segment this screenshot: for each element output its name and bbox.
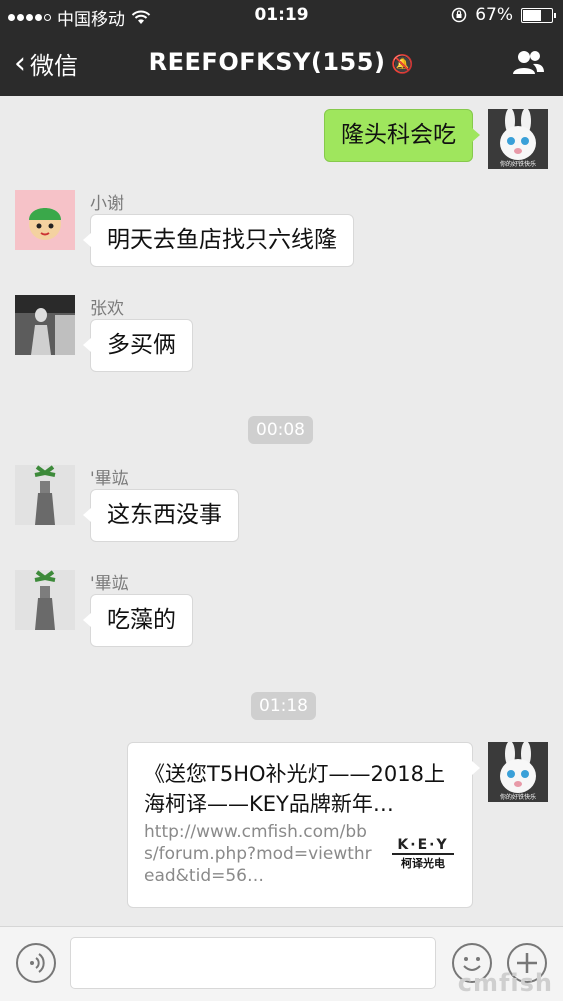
voice-icon xyxy=(30,953,45,973)
group-members-icon[interactable] xyxy=(511,48,545,76)
statue-avatar-image xyxy=(15,465,75,525)
message-bubble[interactable]: 多买俩 xyxy=(83,319,193,372)
battery-percent: 67% xyxy=(475,5,513,25)
chat-title: REEFOFKSY(155) xyxy=(148,48,386,76)
cartoon-avatar-image xyxy=(15,190,75,250)
avatar-bihong[interactable] xyxy=(15,570,75,630)
mute-icon: 🔕 xyxy=(391,54,415,75)
message-bubble[interactable]: 吃藻的 xyxy=(83,594,193,647)
message-bubble-mine[interactable]: 隆头科会吃 xyxy=(324,109,480,162)
link-card-title: 《送您T5HO补光灯——2018上海柯译——KEY品牌新年… xyxy=(144,762,445,816)
watermark: cmfish xyxy=(457,969,553,997)
message-bubble[interactable]: 明天去鱼店找只六线隆 xyxy=(83,214,354,267)
statue-avatar-image xyxy=(15,570,75,630)
chat-title-wrap: REEFOFKSY(155) 🔕 xyxy=(0,48,563,76)
avatar-zhanghuan[interactable] xyxy=(15,295,75,355)
input-bar: cmfish xyxy=(0,926,563,1001)
avatar-xiaoxie[interactable] xyxy=(15,190,75,250)
status-right: 67% xyxy=(451,5,556,25)
battery-icon xyxy=(521,7,556,23)
chat-area: 你的好铁快乐 隆头科会吃 小谢 明天去鱼店找只六线隆 张欢 多买俩 00:08 xyxy=(0,96,563,926)
svg-text:你的好铁快乐: 你的好铁快乐 xyxy=(500,793,536,801)
message-bubble[interactable]: 这东西没事 xyxy=(83,489,239,542)
sender-name: 张欢 xyxy=(90,299,124,319)
svg-text:你的好铁快乐: 你的好铁快乐 xyxy=(500,160,536,168)
my-avatar[interactable]: 你的好铁快乐 xyxy=(488,742,548,802)
sender-name: 小谢 xyxy=(90,194,124,214)
link-card[interactable]: 《送您T5HO补光灯——2018上海柯译——KEY品牌新年… http://ww… xyxy=(127,742,480,908)
bunny-avatar-image: 你的好铁快乐 xyxy=(488,742,548,802)
message-input[interactable] xyxy=(70,937,436,989)
timestamp-chip: 01:18 xyxy=(251,692,316,720)
bunny-avatar-image: 你的好铁快乐 xyxy=(488,109,548,169)
my-avatar[interactable]: 你的好铁快乐 xyxy=(488,109,548,169)
sender-name: '畢竑 xyxy=(90,469,129,489)
voice-input-button[interactable] xyxy=(16,943,56,983)
photo-avatar-image xyxy=(15,295,75,355)
status-bar: 中国移动 01:19 67% xyxy=(0,0,563,30)
timestamp-chip: 00:08 xyxy=(248,416,313,444)
link-card-url: http://www.cmfish.com/bbs/forum.php?mod=… xyxy=(144,822,372,886)
avatar-bihong[interactable] xyxy=(15,465,75,525)
orientation-lock-icon xyxy=(451,7,467,23)
nav-bar: ‹ 微信 REEFOFKSY(155) 🔕 xyxy=(0,30,563,96)
key-logo-icon: K·E·Y 柯译光电 xyxy=(392,837,454,873)
sender-name: '畢竑 xyxy=(90,574,129,594)
